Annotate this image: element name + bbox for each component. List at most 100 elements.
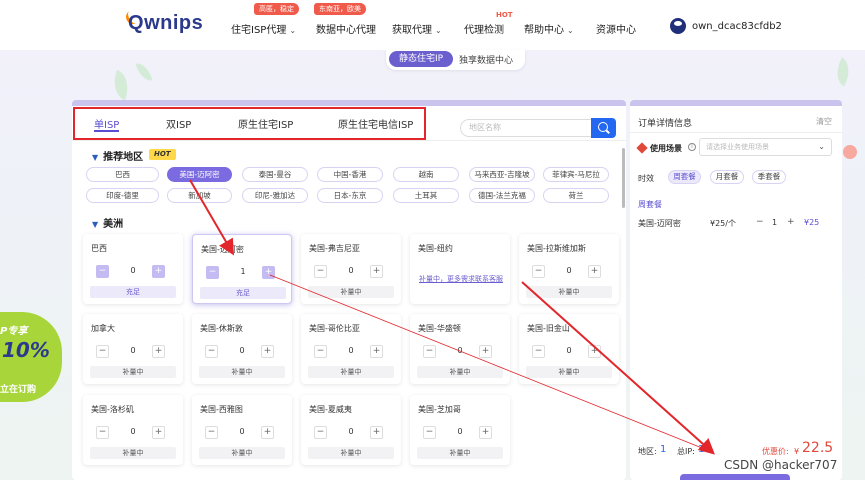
decrement-button[interactable]: − — [96, 265, 109, 278]
search-icon[interactable] — [591, 118, 616, 138]
region-card[interactable]: 美国-纽约 补量中，更多需求联系客服 — [410, 234, 510, 304]
decrement-button[interactable]: − — [314, 426, 327, 439]
nav-get-proxy[interactable]: 获取代理 ⌄ — [392, 21, 442, 36]
increment-button[interactable]: + — [370, 426, 383, 439]
region-chip[interactable]: 印尼-雅加达 — [242, 188, 308, 203]
decrement-button[interactable]: − — [314, 265, 327, 278]
user-avatar-icon[interactable] — [670, 18, 686, 34]
nav-help-center[interactable]: 帮助中心 ⌄ — [524, 21, 574, 36]
quantity-value[interactable]: 0 — [556, 266, 582, 275]
decrement-button[interactable]: − — [532, 265, 545, 278]
increment-button[interactable]: + — [261, 426, 274, 439]
region-card[interactable]: 美国-洛杉矶 − 0 + 补量中 — [83, 395, 183, 465]
region-card[interactable]: 加拿大 − 0 + 补量中 — [83, 314, 183, 384]
quantity-value[interactable]: 0 — [447, 346, 473, 355]
region-card[interactable]: 巴西 − 0 + 充足 — [83, 234, 183, 304]
increment-button[interactable]: + — [152, 426, 165, 439]
region-search-input[interactable]: 地区名称 — [460, 119, 592, 137]
nav-proxy-check[interactable]: 代理检测 — [464, 21, 504, 36]
increment-button[interactable]: + — [262, 266, 275, 279]
scene-select[interactable]: 请选择业务使用场景 ⌄ — [699, 138, 832, 156]
quantity-value[interactable]: 0 — [120, 266, 146, 275]
region-chip[interactable]: 越南 — [393, 167, 459, 182]
region-chip[interactable]: 马来西亚-吉隆坡 — [469, 167, 535, 182]
region-chip[interactable]: 新加坡 — [167, 188, 232, 203]
increment-button[interactable]: + — [479, 345, 492, 358]
region-chip[interactable]: 日本-东京 — [317, 188, 383, 203]
duration-option-month[interactable]: 月套餐 — [710, 170, 744, 184]
decrement-button[interactable]: − — [96, 426, 109, 439]
region-card[interactable]: 美国-弗吉尼亚 − 0 + 补量中 — [301, 234, 401, 304]
decrement-button[interactable]: − — [314, 345, 327, 358]
region-card-selected[interactable]: 美国-迈阿密 − 1 + 充足 — [192, 234, 292, 304]
card-region-name: 美国-夏威夷 — [309, 405, 352, 414]
quantity-value[interactable]: 0 — [338, 266, 364, 275]
quantity-value[interactable]: 0 — [229, 427, 255, 436]
region-card[interactable]: 美国-夏威夷 − 0 + 补量中 — [301, 395, 401, 465]
region-card[interactable]: 美国-华盛顿 − 0 + 补量中 — [410, 314, 510, 384]
decrement-button[interactable]: − — [205, 345, 218, 358]
duration-option-week[interactable]: 周套餐 — [668, 170, 701, 184]
quantity-value[interactable]: 0 — [556, 346, 582, 355]
order-decrement-button[interactable]: − — [756, 217, 764, 227]
region-card[interactable]: 美国-哥伦比亚 − 0 + 补量中 — [301, 314, 401, 384]
increment-button[interactable]: + — [152, 265, 165, 278]
region-chip[interactable]: 巴西 — [86, 167, 159, 182]
nav-resource-center[interactable]: 资源中心 — [596, 21, 636, 36]
quantity-value[interactable]: 1 — [230, 267, 256, 276]
increment-button[interactable]: + — [588, 345, 601, 358]
decrement-button[interactable]: − — [532, 345, 545, 358]
quantity-value[interactable]: 0 — [338, 346, 364, 355]
decrement-button[interactable]: − — [96, 345, 109, 358]
increment-button[interactable]: + — [152, 345, 165, 358]
order-increment-button[interactable]: + — [787, 217, 795, 227]
tab-dedicated-datacenter[interactable]: 独享数据中心 — [459, 53, 513, 66]
quantity-stepper: − 0 + — [417, 426, 503, 439]
increment-button[interactable]: + — [479, 426, 492, 439]
quantity-value[interactable]: 0 — [338, 427, 364, 436]
decrement-button[interactable]: − — [206, 266, 219, 279]
increment-button[interactable]: + — [370, 345, 383, 358]
region-card[interactable]: 美国-拉斯维加斯 − 0 + 补量中 — [519, 234, 619, 304]
region-chip-active[interactable]: 美国-迈阿密 — [167, 167, 232, 182]
decrement-button[interactable]: − — [205, 426, 218, 439]
quantity-stepper: − 0 + — [199, 345, 285, 358]
region-chip[interactable]: 土耳其 — [393, 188, 459, 203]
region-chip[interactable]: 中国-香港 — [317, 167, 383, 182]
duration-option-quarter[interactable]: 季套餐 — [752, 170, 786, 184]
tab-static-residential-ip[interactable]: 静态住宅IP — [389, 51, 453, 67]
region-card[interactable]: 美国-芝加哥 − 0 + 补量中 — [410, 395, 510, 465]
logo[interactable]: Qwnips — [128, 12, 203, 35]
user-name[interactable]: own_dcac83cfdb2 — [692, 21, 782, 32]
card-region-name: 美国-休斯敦 — [200, 324, 243, 333]
increment-button[interactable]: + — [261, 345, 274, 358]
quantity-stepper: − 0 + — [308, 345, 394, 358]
nav-datacenter-proxy[interactable]: 数据中心代理 — [316, 21, 376, 36]
decrement-button[interactable]: − — [423, 345, 436, 358]
increment-button[interactable]: + — [370, 265, 383, 278]
panel-top-bar — [630, 100, 842, 106]
region-chip[interactable]: 菲律宾-马尼拉 — [543, 167, 609, 182]
quantity-value[interactable]: 0 — [120, 427, 146, 436]
purchase-button[interactable] — [680, 474, 790, 480]
hot-badge: HOT — [149, 149, 176, 160]
nav-residential-isp[interactable]: 住宅ISP代理 ⌄ — [231, 21, 296, 36]
region-card[interactable]: 美国-休斯敦 − 0 + 补量中 — [192, 314, 292, 384]
increment-button[interactable]: + — [588, 265, 601, 278]
clear-button[interactable]: 清空 — [816, 116, 832, 127]
region-card[interactable]: 美国-西雅图 − 0 + 补量中 — [192, 395, 292, 465]
info-icon[interactable]: i — [688, 143, 696, 151]
order-item-quantity[interactable]: 1 — [772, 218, 777, 227]
quantity-value[interactable]: 0 — [120, 346, 146, 355]
panel-scrollbar[interactable] — [622, 148, 625, 208]
contact-support-link[interactable]: 补量中，更多需求联系客服 — [417, 274, 505, 284]
quantity-value[interactable]: 0 — [447, 427, 473, 436]
region-chip[interactable]: 荷兰 — [543, 188, 609, 203]
region-chip[interactable]: 德国-法兰克福 — [469, 188, 535, 203]
region-card[interactable]: 美国-旧金山 − 0 + 补量中 — [519, 314, 619, 384]
region-chip[interactable]: 泰国-曼谷 — [242, 167, 308, 182]
region-chip[interactable]: 印度-德里 — [86, 188, 159, 203]
stock-status: 充足 — [90, 286, 176, 298]
quantity-value[interactable]: 0 — [229, 346, 255, 355]
decrement-button[interactable]: − — [423, 426, 436, 439]
